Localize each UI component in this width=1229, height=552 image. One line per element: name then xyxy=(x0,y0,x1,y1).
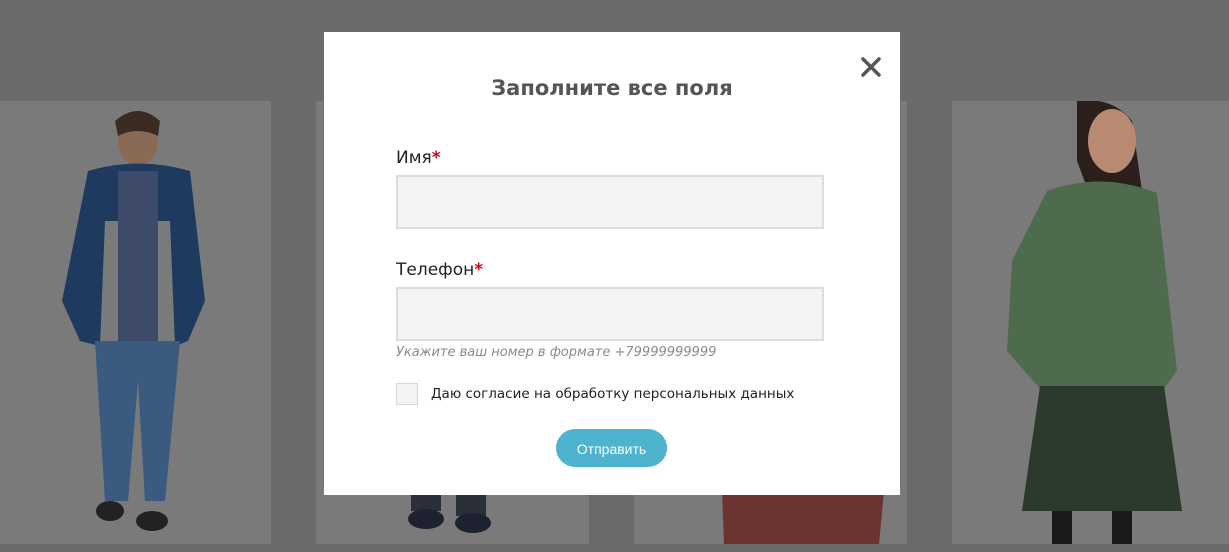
submit-button[interactable]: Отправить xyxy=(556,429,667,467)
phone-label-text: Телефон xyxy=(396,260,475,280)
callback-form-modal: Заполните все поля Имя* Телефон* Укажите… xyxy=(324,32,900,495)
consent-checkbox[interactable] xyxy=(396,383,418,405)
modal-title: Заполните все поля xyxy=(491,76,733,100)
name-input[interactable] xyxy=(396,175,824,229)
name-field-label: Имя* xyxy=(396,148,441,168)
phone-field-label: Телефон* xyxy=(396,260,483,280)
required-asterisk: * xyxy=(474,260,484,280)
phone-input[interactable] xyxy=(396,287,824,341)
phone-format-hint: Укажите ваш номер в формате +79999999999 xyxy=(396,345,717,360)
name-label-text: Имя xyxy=(396,148,432,168)
consent-label[interactable]: Даю согласие на обработку персональных д… xyxy=(431,386,794,402)
required-asterisk: * xyxy=(431,148,441,168)
